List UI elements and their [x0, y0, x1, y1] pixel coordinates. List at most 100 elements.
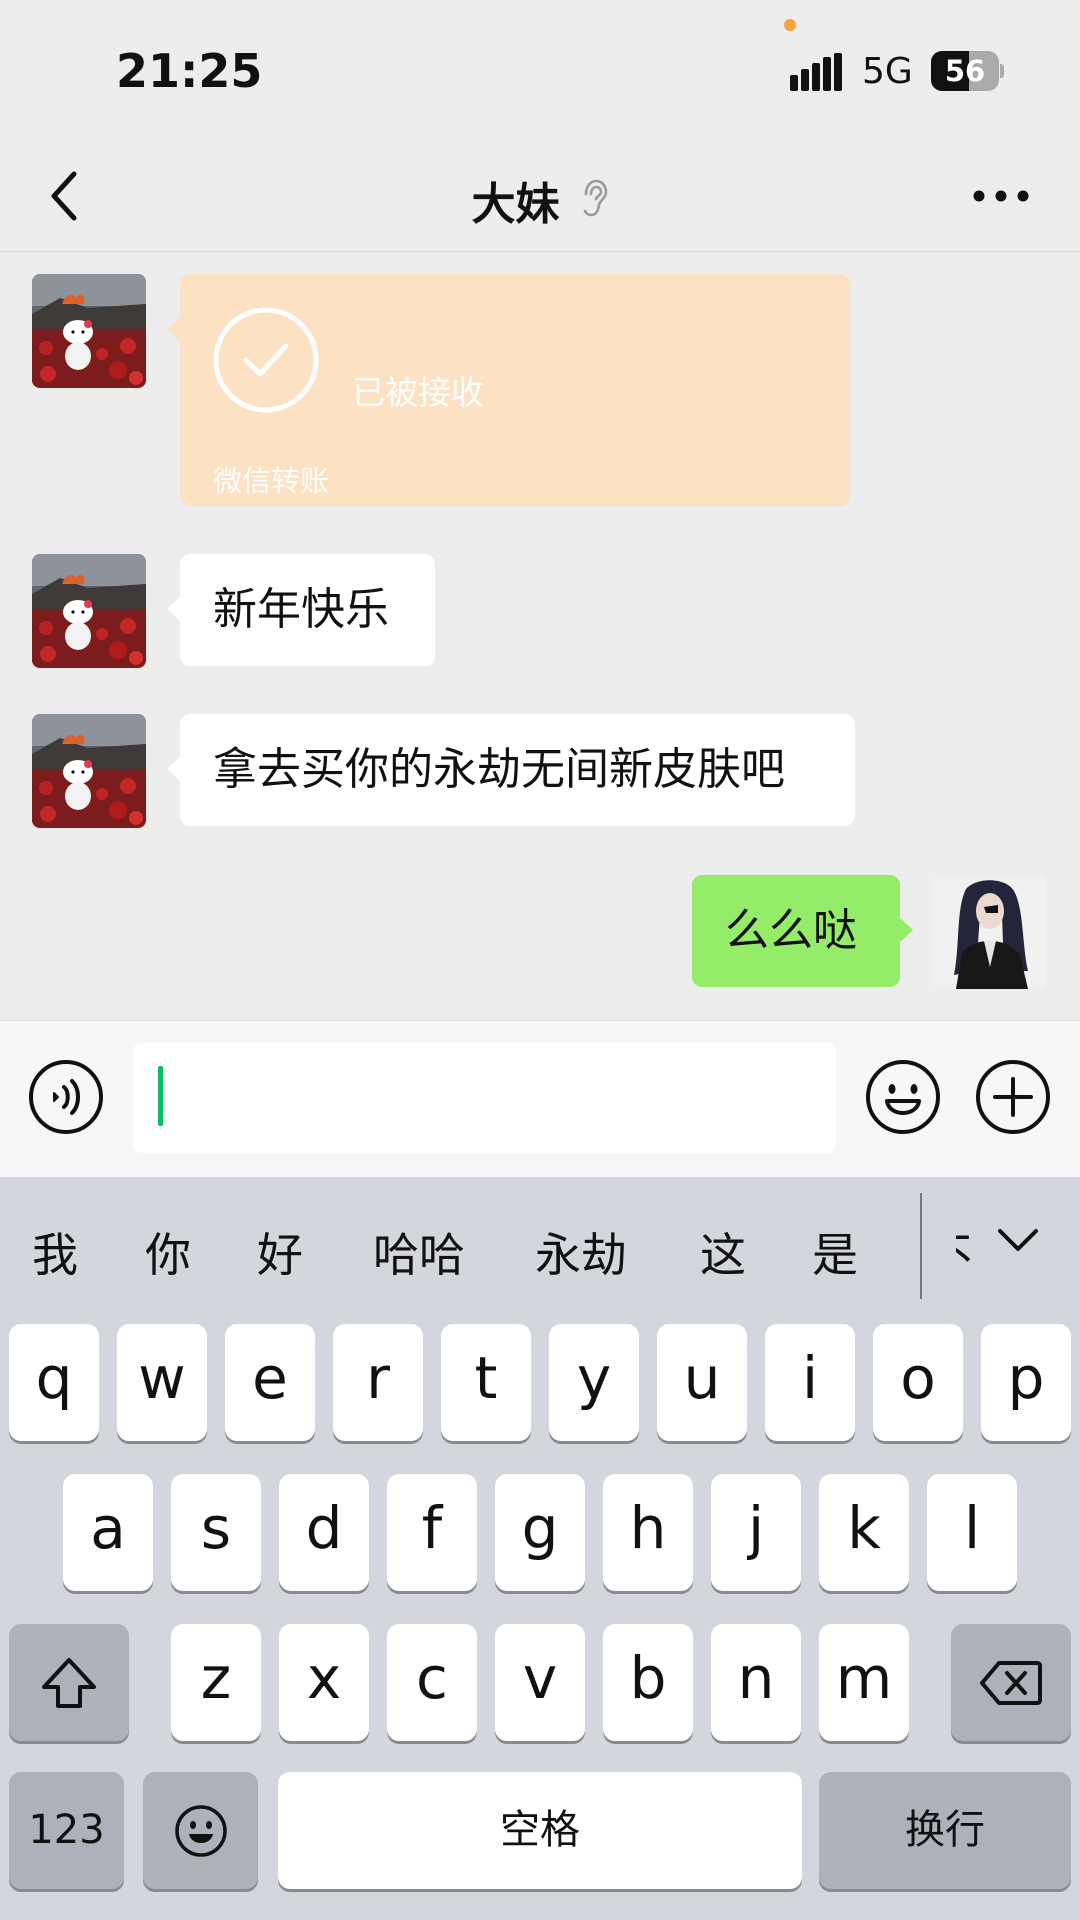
plus-circle-icon [976, 1060, 1050, 1134]
emoji-key[interactable] [143, 1772, 258, 1889]
candidate-word[interactable]: 哈哈 [373, 1219, 465, 1285]
candidate-divider [920, 1193, 956, 1299]
key-g[interactable]: g [495, 1474, 585, 1591]
key-label: o [900, 1344, 936, 1412]
chat-area[interactable]: 已被接收 微信转账 新年快乐 拿去买你的永劫无间新皮肤吧 么么哒 [0, 253, 1080, 1020]
key-a[interactable]: a [63, 1474, 153, 1591]
key-i[interactable]: i [765, 1324, 855, 1441]
voice-icon [53, 1079, 80, 1115]
candidate-word[interactable]: 是 [812, 1219, 858, 1285]
candidate-word[interactable]: 永劫 [535, 1219, 627, 1285]
emoji-button[interactable] [865, 1059, 941, 1135]
key-r[interactable]: r [333, 1324, 423, 1441]
key-label: q [35, 1344, 73, 1412]
privacy-indicator-dot [784, 19, 796, 31]
battery-level: 56 [944, 54, 986, 88]
battery-icon: 56 [931, 51, 1004, 91]
space-key[interactable]: 空格 [278, 1772, 802, 1889]
message-text: 拿去买你的永劫无间新皮肤吧 [213, 744, 785, 795]
collapse-candidates-button[interactable] [990, 1211, 1046, 1267]
shift-key[interactable] [9, 1624, 129, 1741]
plus-button[interactable] [975, 1059, 1051, 1135]
status-time: 21:25 [116, 44, 263, 98]
contact-avatar[interactable] [32, 714, 146, 828]
emoji-icon [174, 1804, 227, 1857]
key-label: v [522, 1644, 558, 1712]
key-label: m [835, 1644, 893, 1712]
key-f[interactable]: f [387, 1474, 477, 1591]
key-m[interactable]: m [819, 1624, 909, 1741]
key-label: 空格 [500, 1807, 580, 1853]
key-label: r [366, 1344, 390, 1412]
key-c[interactable]: c [387, 1624, 477, 1741]
key-v[interactable]: v [495, 1624, 585, 1741]
voice-button[interactable] [28, 1059, 104, 1135]
key-h[interactable]: h [603, 1474, 693, 1591]
message-input[interactable] [133, 1043, 836, 1153]
message-text: 新年快乐 [213, 584, 389, 635]
key-z[interactable]: z [171, 1624, 261, 1741]
key-k[interactable]: k [819, 1474, 909, 1591]
key-b[interactable]: b [603, 1624, 693, 1741]
numbers-key[interactable]: 123 [9, 1772, 124, 1889]
nav-bar: 大妹 [0, 140, 1080, 252]
key-l[interactable]: l [927, 1474, 1017, 1591]
more-dots-icon [973, 190, 1029, 202]
my-message-bubble[interactable]: 么么哒 [692, 875, 913, 987]
key-label: h [629, 1494, 667, 1562]
candidate-word[interactable]: 这 [700, 1219, 746, 1285]
key-label: y [576, 1344, 612, 1412]
key-label: j [747, 1494, 765, 1562]
message-text: 么么哒 [725, 905, 857, 956]
key-p[interactable]: p [981, 1324, 1071, 1441]
chevron-down-icon [998, 1229, 1038, 1251]
key-u[interactable]: u [657, 1324, 747, 1441]
candidate-word[interactable]: 好 [257, 1219, 303, 1285]
key-e[interactable]: e [225, 1324, 315, 1441]
key-label: k [847, 1494, 881, 1562]
key-label: z [200, 1644, 232, 1712]
network-type: 5G [862, 51, 913, 92]
input-bar [0, 1020, 1080, 1177]
key-q[interactable]: q [9, 1324, 99, 1441]
contact-avatar[interactable] [32, 274, 146, 388]
signal-icon [790, 53, 842, 91]
return-key[interactable]: 换行 [819, 1772, 1071, 1889]
candidate-word[interactable]: 我 [32, 1219, 78, 1285]
transfer-bubble[interactable]: 已被接收 微信转账 [167, 274, 850, 506]
key-label: f [421, 1494, 443, 1562]
chat-title[interactable]: 大妹 [471, 168, 559, 232]
key-y[interactable]: y [549, 1324, 639, 1441]
key-label: 换行 [905, 1807, 985, 1853]
my-avatar[interactable] [932, 875, 1046, 989]
key-label: t [474, 1344, 498, 1412]
key-x[interactable]: x [279, 1624, 369, 1741]
message-bubble[interactable]: 拿去买你的永劫无间新皮肤吧 [167, 714, 855, 826]
key-s[interactable]: s [171, 1474, 261, 1591]
key-label: u [683, 1344, 721, 1412]
key-label: g [521, 1494, 559, 1562]
shift-icon [42, 1657, 96, 1708]
key-label: x [306, 1644, 342, 1712]
key-n[interactable]: n [711, 1624, 801, 1741]
key-o[interactable]: o [873, 1324, 963, 1441]
candidate-word[interactable]: 你 [145, 1219, 191, 1285]
key-label: b [629, 1644, 667, 1712]
key-label: c [416, 1644, 448, 1712]
message-bubble[interactable]: 新年快乐 [167, 554, 435, 666]
contact-avatar[interactable] [32, 554, 146, 668]
more-button[interactable] [970, 176, 1032, 216]
key-j[interactable]: j [711, 1474, 801, 1591]
emoji-icon [866, 1060, 940, 1134]
key-d[interactable]: d [279, 1474, 369, 1591]
backspace-key[interactable] [951, 1624, 1071, 1741]
key-label: l [963, 1494, 981, 1562]
keyboard: 我 你 好 哈哈 永劫 这 是 不 q w e r t y u i o p a … [0, 1177, 1080, 1920]
key-t[interactable]: t [441, 1324, 531, 1441]
transfer-label: 微信转账 [213, 464, 330, 498]
text-caret [158, 1066, 163, 1126]
status-bar: 21:25 5G 56 [0, 0, 1080, 140]
key-w[interactable]: w [117, 1324, 207, 1441]
backspace-icon [980, 1660, 1042, 1705]
key-label: a [90, 1494, 126, 1562]
